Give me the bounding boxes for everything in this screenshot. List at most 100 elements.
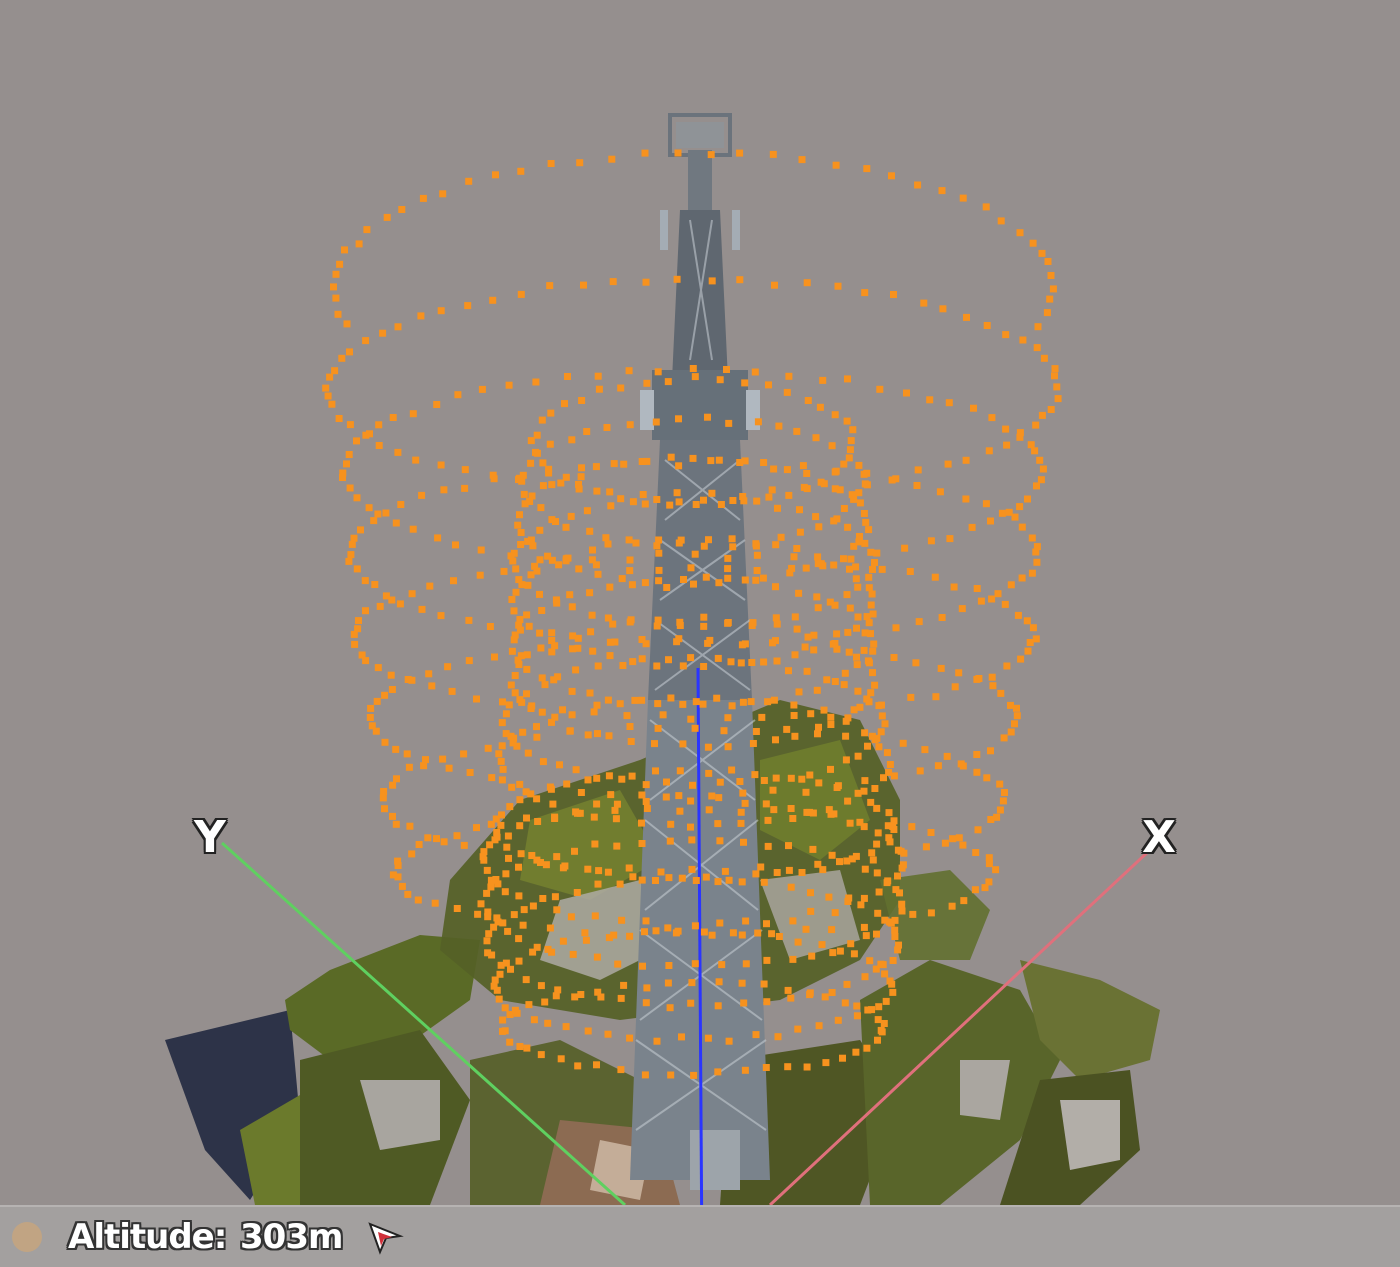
waypoint-marker[interactable]: [890, 654, 898, 661]
waypoint-marker[interactable]: [704, 413, 711, 421]
waypoint-marker[interactable]: [983, 774, 991, 782]
waypoint-marker[interactable]: [606, 583, 614, 591]
waypoint-marker[interactable]: [877, 728, 885, 736]
waypoint-marker[interactable]: [1016, 503, 1024, 511]
waypoint-marker[interactable]: [1053, 383, 1061, 391]
waypoint-marker[interactable]: [736, 149, 744, 157]
waypoint-marker[interactable]: [846, 604, 854, 612]
waypoint-marker[interactable]: [508, 783, 516, 791]
waypoint-marker[interactable]: [850, 950, 858, 958]
waypoint-marker[interactable]: [495, 750, 503, 758]
waypoint-marker[interactable]: [1011, 720, 1018, 728]
waypoint-marker[interactable]: [572, 666, 580, 674]
waypoint-marker[interactable]: [363, 226, 371, 234]
waypoint-marker[interactable]: [415, 841, 423, 848]
waypoint-marker[interactable]: [533, 449, 541, 457]
waypoint-marker[interactable]: [828, 989, 836, 996]
waypoint-marker[interactable]: [690, 580, 697, 588]
waypoint-marker[interactable]: [868, 732, 876, 740]
waypoint-marker[interactable]: [829, 949, 837, 957]
waypoint-marker[interactable]: [887, 919, 895, 927]
waypoint-marker[interactable]: [1017, 655, 1025, 663]
waypoint-marker[interactable]: [379, 329, 387, 337]
waypoint-marker[interactable]: [812, 434, 820, 442]
waypoint-marker[interactable]: [629, 873, 637, 881]
waypoint-marker[interactable]: [393, 775, 400, 783]
waypoint-marker[interactable]: [844, 375, 851, 383]
waypoint-marker[interactable]: [765, 493, 773, 501]
waypoint-marker[interactable]: [517, 541, 525, 548]
waypoint-marker[interactable]: [847, 555, 855, 563]
waypoint-marker[interactable]: [818, 941, 826, 949]
waypoint-marker[interactable]: [749, 740, 757, 747]
waypoint-marker[interactable]: [700, 496, 707, 504]
waypoint-marker[interactable]: [717, 501, 725, 508]
waypoint-marker[interactable]: [507, 681, 515, 689]
waypoint-marker[interactable]: [1029, 624, 1037, 632]
waypoint-marker[interactable]: [878, 712, 886, 720]
waypoint-marker[interactable]: [358, 651, 366, 659]
waypoint-marker[interactable]: [484, 908, 492, 916]
waypoint-marker[interactable]: [769, 786, 777, 794]
waypoint-marker[interactable]: [762, 800, 770, 808]
waypoint-marker[interactable]: [772, 736, 779, 744]
waypoint-marker[interactable]: [466, 769, 474, 776]
waypoint-marker[interactable]: [1040, 354, 1048, 362]
waypoint-marker[interactable]: [839, 1054, 846, 1062]
waypoint-marker[interactable]: [708, 277, 716, 285]
waypoint-marker[interactable]: [914, 466, 922, 474]
waypoint-marker[interactable]: [738, 979, 746, 987]
waypoint-marker[interactable]: [854, 583, 862, 591]
waypoint-marker[interactable]: [878, 565, 886, 573]
waypoint-marker[interactable]: [763, 920, 770, 928]
waypoint-marker[interactable]: [326, 373, 334, 381]
waypoint-marker[interactable]: [843, 417, 851, 425]
waypoint-marker[interactable]: [853, 624, 860, 632]
waypoint-marker[interactable]: [643, 457, 651, 465]
waypoint-marker[interactable]: [620, 460, 628, 468]
waypoint-marker[interactable]: [581, 929, 589, 937]
waypoint-marker[interactable]: [403, 750, 411, 758]
waypoint-marker[interactable]: [516, 780, 524, 788]
waypoint-marker[interactable]: [1043, 309, 1051, 317]
waypoint-marker[interactable]: [899, 739, 907, 747]
waypoint-marker[interactable]: [713, 694, 721, 702]
waypoint-marker[interactable]: [729, 497, 737, 504]
waypoint-marker[interactable]: [901, 544, 909, 552]
waypoint-marker[interactable]: [433, 401, 441, 408]
waypoint-marker[interactable]: [500, 567, 508, 575]
waypoint-marker[interactable]: [823, 676, 831, 684]
waypoint-marker[interactable]: [628, 772, 636, 780]
waypoint-marker[interactable]: [860, 894, 868, 902]
waypoint-marker[interactable]: [885, 809, 893, 817]
waypoint-marker[interactable]: [1003, 662, 1011, 670]
waypoint-marker[interactable]: [704, 1034, 712, 1042]
waypoint-marker[interactable]: [1007, 581, 1015, 589]
waypoint-marker[interactable]: [552, 992, 560, 1000]
waypoint-marker[interactable]: [988, 673, 996, 681]
waypoint-marker[interactable]: [687, 797, 695, 805]
waypoint-marker[interactable]: [687, 654, 695, 662]
waypoint-marker[interactable]: [886, 761, 894, 768]
waypoint-marker[interactable]: [366, 430, 373, 438]
waypoint-marker[interactable]: [496, 970, 504, 978]
waypoint-marker[interactable]: [678, 1033, 685, 1041]
waypoint-marker[interactable]: [828, 926, 836, 934]
waypoint-marker[interactable]: [381, 738, 389, 746]
waypoint-marker[interactable]: [547, 160, 555, 167]
waypoint-marker[interactable]: [345, 451, 353, 458]
waypoint-marker[interactable]: [617, 495, 625, 503]
waypoint-marker[interactable]: [584, 731, 592, 739]
waypoint-marker[interactable]: [787, 883, 795, 891]
waypoint-marker[interactable]: [568, 436, 576, 444]
waypoint-marker[interactable]: [483, 937, 491, 945]
waypoint-marker[interactable]: [609, 278, 617, 286]
waypoint-marker[interactable]: [546, 282, 554, 290]
waypoint-marker[interactable]: [392, 519, 400, 527]
waypoint-marker[interactable]: [629, 498, 637, 506]
waypoint-marker[interactable]: [529, 902, 537, 910]
waypoint-marker[interactable]: [593, 953, 601, 961]
waypoint-marker[interactable]: [559, 937, 567, 945]
waypoint-marker[interactable]: [448, 687, 456, 695]
waypoint-marker[interactable]: [742, 917, 750, 925]
